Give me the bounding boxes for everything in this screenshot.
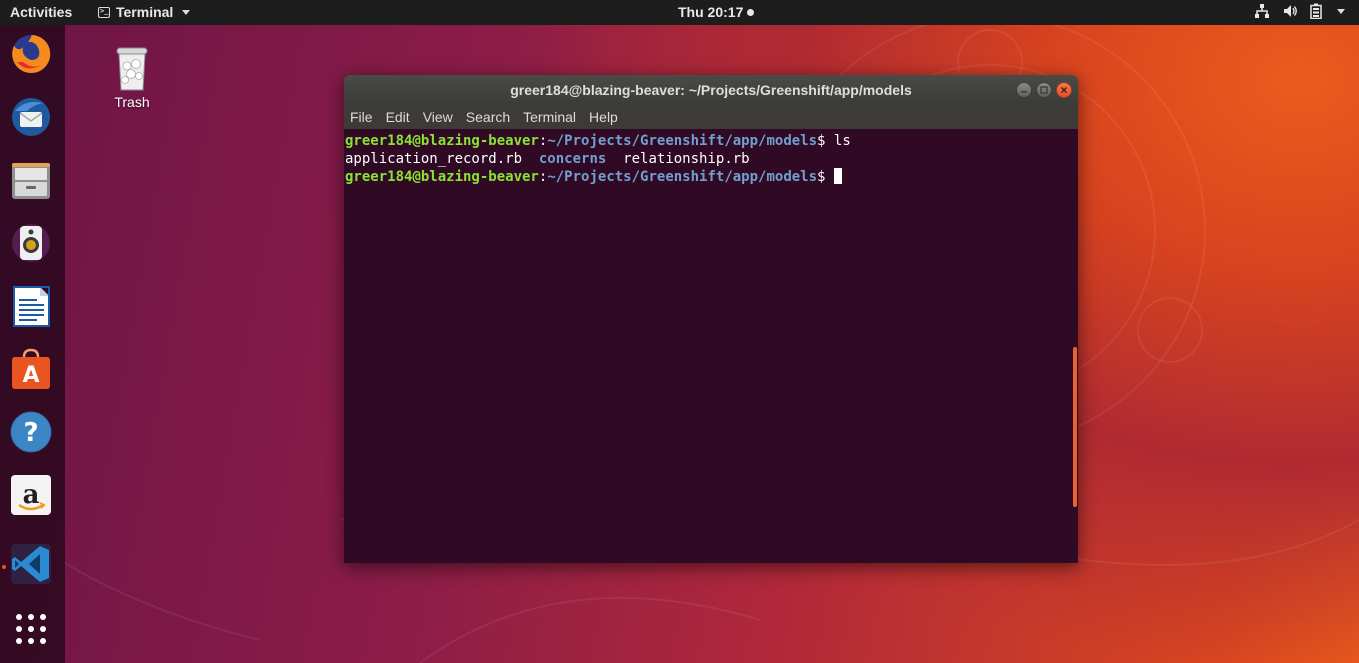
writer-icon [13,286,50,327]
prompt-end: $ [817,169,834,185]
menu-search[interactable]: Search [466,109,510,125]
minimize-icon [1021,91,1027,93]
network-icon [1255,4,1269,18]
ls-entry-file: application_record.rb [345,151,523,167]
dock-libreoffice-writer[interactable] [9,284,53,328]
terminal-titlebar[interactable]: greer184@blazing-beaver: ~/Projects/Gree… [344,75,1078,105]
terminal-window[interactable]: greer184@blazing-beaver: ~/Projects/Gree… [344,75,1078,563]
software-center-icon: A [12,348,50,389]
thunderbird-icon [12,98,50,136]
ls-entry-directory: concerns [538,151,607,167]
terminal-menubar: File Edit View Search Terminal Help [344,105,1078,129]
close-icon [1060,86,1068,94]
system-tray[interactable] [1254,3,1345,19]
minimize-button[interactable] [1016,82,1032,98]
ls-entry-file: relationship.rb [623,151,750,167]
svg-text:a: a [23,480,40,510]
dock-files[interactable] [9,158,53,202]
chevron-down-icon [182,9,191,15]
maximize-button[interactable] [1036,82,1052,98]
command-text: ls [833,133,851,149]
prompt-path: ~/Projects/Greenshift/app/models [547,169,818,185]
amazon-icon: a [11,475,51,515]
prompt-user: greer184@blazing-beaver [345,133,539,149]
dock-firefox[interactable] [9,32,53,76]
app-menu[interactable]: >_ Terminal [98,4,191,20]
trash-label: Trash [114,94,150,110]
firefox-icon [12,34,51,73]
menu-help[interactable]: Help [589,109,618,125]
trash-icon [116,47,148,91]
prompt-path: ~/Projects/Greenshift/app/models [547,133,818,149]
dock-help[interactable]: ? [9,410,53,454]
terminal-line-2: application_record.rb concerns relations… [345,150,1078,168]
dock-vscode[interactable] [9,542,53,586]
terminal-output[interactable]: greer184@blazing-beaver:~/Projects/Green… [344,129,1078,563]
terminal-app-icon: >_ [98,6,110,18]
menu-view[interactable]: View [423,109,453,125]
dock: A ? a [0,25,65,663]
terminal-line-1: greer184@blazing-beaver:~/Projects/Green… [345,132,1078,150]
menu-file[interactable]: File [350,109,373,125]
dock-show-applications[interactable] [9,607,53,651]
help-icon: ? [10,411,52,453]
dock-thunderbird[interactable] [9,95,53,139]
svg-text:A: A [22,363,39,388]
prompt-user: greer184@blazing-beaver [345,169,539,185]
text-cursor [833,168,842,184]
window-controls [1016,82,1072,98]
activities-button[interactable]: Activities [10,4,72,20]
volume-icon [1284,5,1297,17]
clock-label: Thu 20:17 [678,4,744,20]
top-bar: Activities >_ Terminal Thu 20:17 [0,0,1359,25]
close-button[interactable] [1056,82,1072,98]
rhythmbox-icon [12,224,50,262]
desktop-trash[interactable]: Trash [104,44,160,110]
window-title: greer184@blazing-beaver: ~/Projects/Gree… [510,82,912,98]
svg-text:?: ? [23,418,38,448]
menu-terminal[interactable]: Terminal [523,109,576,125]
system-menu-chevron-icon [1337,8,1345,14]
battery-icon [1310,3,1322,19]
running-indicator [2,565,6,569]
files-icon [12,163,50,199]
clock[interactable]: Thu 20:17 [678,4,755,20]
dock-amazon[interactable]: a [9,473,53,517]
vscode-icon [11,544,51,584]
maximize-icon [1040,86,1048,94]
apps-grid-icon [16,614,46,644]
dock-ubuntu-software[interactable]: A [9,347,53,391]
notification-dot-icon [747,8,755,16]
prompt-end: $ [817,133,834,149]
app-menu-label: Terminal [116,4,174,20]
terminal-scrollbar[interactable] [1073,347,1077,507]
menu-edit[interactable]: Edit [386,109,410,125]
terminal-line-3: greer184@blazing-beaver:~/Projects/Green… [345,168,1078,186]
dock-rhythmbox[interactable] [9,221,53,265]
